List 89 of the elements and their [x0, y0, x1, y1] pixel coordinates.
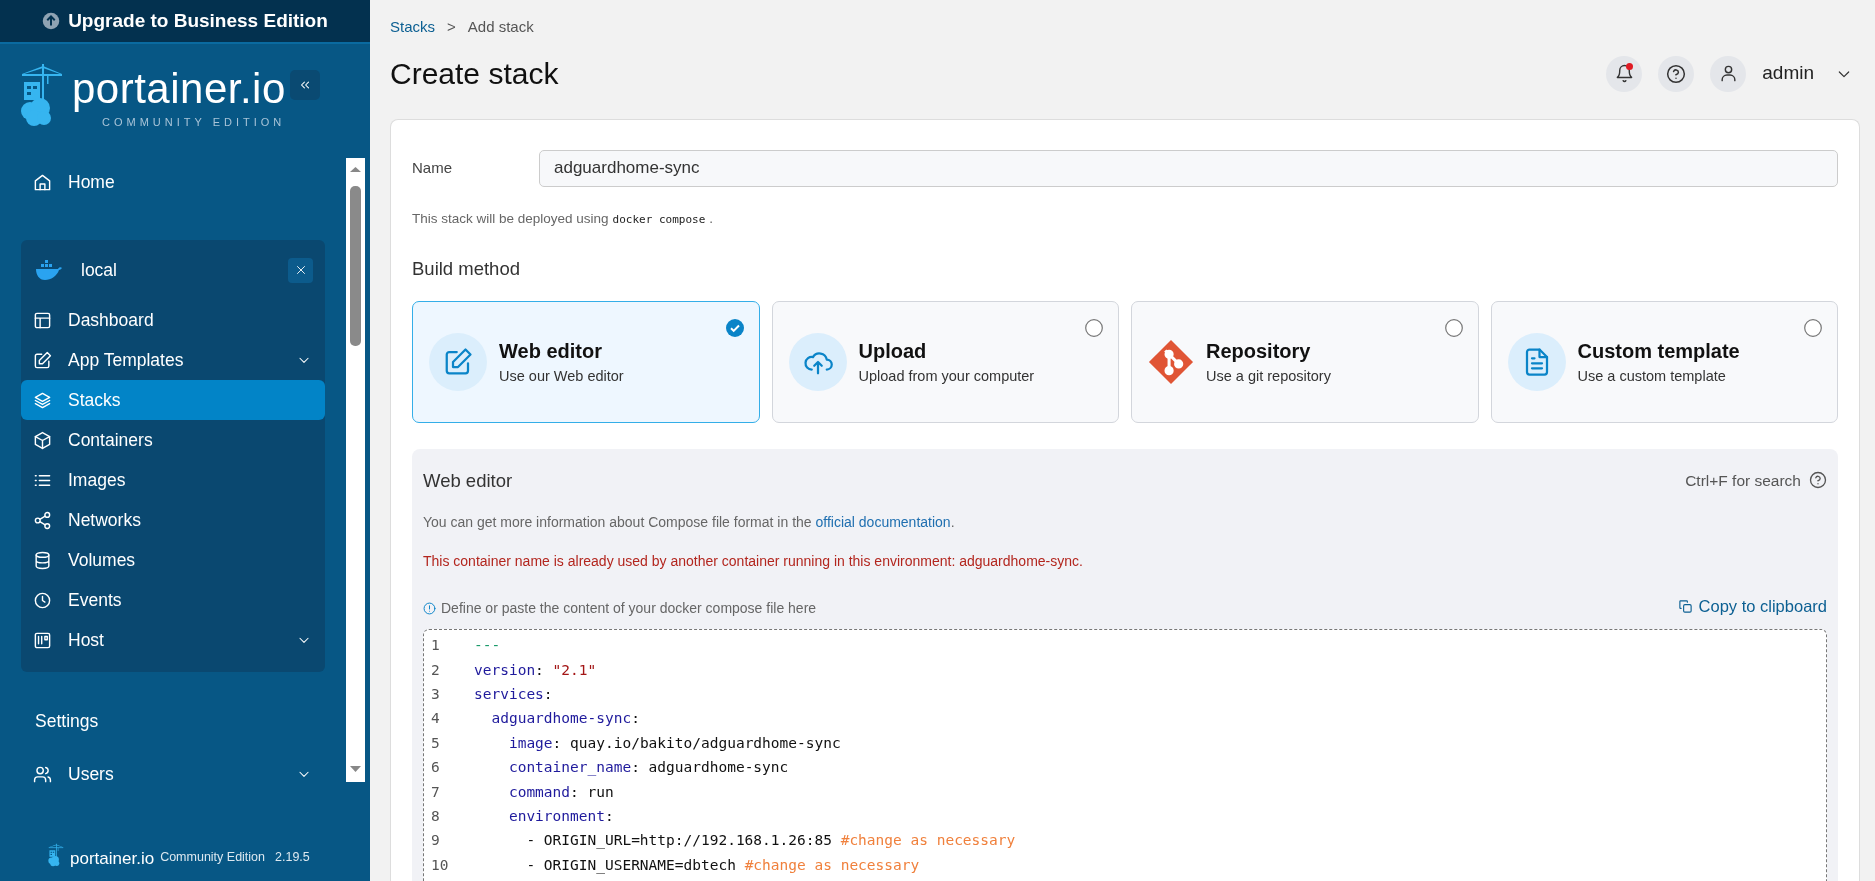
section-heading: Build method [412, 256, 521, 281]
logo-edition: COMMUNITY EDITION [102, 115, 286, 131]
line-number: 3 [430, 685, 441, 705]
documentation-link[interactable]: official documentation [815, 514, 951, 531]
logo-icon [20, 64, 64, 126]
build-method-option[interactable]: Upload Upload from your computer [771, 300, 1119, 423]
page-title: Create stack [390, 55, 559, 92]
code-line: container_name: adguardhome-sync [507, 758, 789, 778]
edit-icon [33, 350, 52, 370]
layers-icon [33, 390, 52, 410]
git-icon [1148, 338, 1194, 385]
line-number: 4 [430, 709, 441, 729]
user-name[interactable]: admin [1762, 59, 1814, 88]
user-icon [1718, 64, 1738, 83]
code-line: version: "2.1" [474, 660, 597, 680]
line-number: 10 [430, 855, 450, 875]
notifications-button[interactable] [1606, 55, 1643, 92]
sidebar-item[interactable]: Volumes [21, 540, 325, 580]
docker-whale-icon [35, 260, 63, 280]
help-button[interactable] [1658, 55, 1695, 92]
line-number: 7 [430, 782, 441, 802]
clock-icon [33, 590, 52, 610]
board-icon [33, 630, 52, 650]
section-title: Web editor [423, 468, 513, 493]
code-line: adguardhome-sync: [490, 709, 640, 729]
environment-name: local [81, 258, 117, 282]
sidebar-item[interactable]: Stacks [21, 380, 325, 420]
section-heading: Settings [35, 710, 100, 733]
info-icon [423, 602, 436, 615]
footer-wordmark: portainer.io [70, 850, 155, 867]
field-label: Name [412, 157, 453, 178]
close-icon [294, 264, 307, 276]
build-method-option[interactable]: Repository Use a git repository [1131, 300, 1479, 423]
name-field[interactable]: adguardhome-sync [539, 149, 1838, 187]
logo-icon [48, 843, 64, 867]
line-number: 1 [430, 636, 441, 656]
error-message: This container name is already used by another container running in this environment: adguardhome-sync. [423, 552, 1084, 572]
line-number: 5 [430, 733, 441, 753]
double-chevron-left-icon [298, 78, 312, 92]
footer-edition: Community Edition [160, 849, 266, 867]
collapse-sidebar-button[interactable] [290, 70, 320, 100]
scrollbar[interactable] [346, 158, 365, 782]
code-line: image: quay.io/bakito/adguardhome-sync [507, 733, 841, 753]
cube-icon [33, 430, 52, 450]
sidebar-item[interactable]: Images [21, 460, 325, 500]
upgrade-button[interactable]: Upgrade to Business Edition [0, 0, 370, 44]
users-icon [33, 764, 52, 784]
breadcrumb-link[interactable]: Stacks [390, 16, 435, 39]
line-number: 8 [430, 807, 441, 827]
sidebar-item[interactable]: Events [21, 580, 325, 620]
sidebar-item[interactable]: Networks [21, 500, 325, 540]
sidebar-item[interactable]: Dashboard [21, 300, 325, 340]
user-avatar[interactable] [1710, 55, 1747, 92]
copy-to-clipboard-button[interactable]: Copy to clipboard [1677, 594, 1827, 619]
line-number: 6 [430, 758, 441, 778]
database-icon [33, 550, 52, 570]
arrow-up-icon [42, 12, 61, 30]
code-line: services: [474, 685, 553, 705]
build-method-option[interactable]: Custom template Use a custom template [1490, 300, 1838, 423]
sidebar-item[interactable]: Home [21, 162, 325, 202]
breadcrumb-current: Add stack [467, 17, 534, 37]
help-icon [1666, 63, 1687, 84]
version-label: 2.19.5 [275, 849, 310, 867]
info-text: You can get more information about Compose file format in the official documentation. [423, 513, 956, 533]
sidebar-item[interactable]: Containers [21, 420, 325, 460]
home-icon [33, 172, 52, 192]
hint-text: Define or paste the content of your docker compose file here [441, 599, 817, 618]
copy-icon [1677, 599, 1693, 615]
line-number: 2 [430, 660, 441, 680]
code-line: - ORIGIN_USERNAME=dbtech #change as necessary [525, 855, 920, 876]
code-line: --- [474, 636, 501, 656]
code-line: command: run [507, 782, 614, 802]
search-hint: Ctrl+F for search [1685, 470, 1801, 491]
breadcrumb-separator: > [447, 17, 456, 37]
deploy-note: This stack will be deployed using docker compose . [412, 209, 715, 228]
close-button[interactable] [288, 257, 313, 283]
edit-icon [443, 346, 473, 377]
code-line: environment: [507, 807, 614, 827]
build-method-option[interactable]: Web editor Use our Web editor [412, 300, 760, 423]
dashboard-icon [33, 310, 52, 330]
logo-wordmark: portainer.io [72, 64, 286, 114]
sidebar-item[interactable]: Users [21, 754, 325, 795]
code-line: - ORIGIN_URL=http://192.168.1.26:85 #change as necessary [525, 831, 1016, 851]
sidebar-item[interactable]: Host [21, 620, 325, 660]
bell-icon [1614, 64, 1634, 83]
line-number: 9 [430, 831, 441, 851]
sidebar-item[interactable]: App Templates [21, 340, 325, 380]
help-icon [1809, 471, 1827, 490]
share-icon [33, 510, 52, 530]
